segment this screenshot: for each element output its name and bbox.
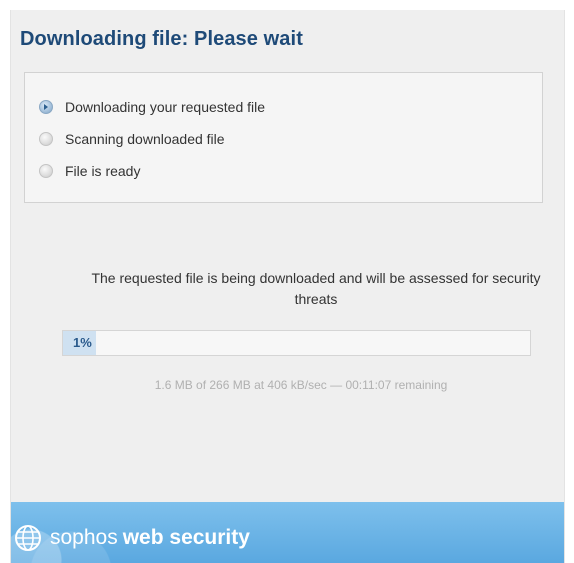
status-steps-panel: Downloading your requested file Scanning… [24,72,543,203]
download-dialog: Downloading file: Please wait Downloadin… [10,10,565,563]
progress-percent: 1% [73,335,92,350]
step-pending-icon [39,164,53,178]
step-downloading: Downloading your requested file [39,97,265,117]
brand-name: sophos [50,526,118,549]
status-message: The requested file is being downloaded a… [91,270,541,307]
step-label: Downloading your requested file [65,99,266,115]
download-stats: 1.6 MB of 266 MB at 406 kB/sec — 00:11:0… [154,378,448,392]
download-progress-bar: 1% [62,330,531,356]
step-pending-icon [39,132,53,146]
globe-icon [15,525,41,551]
step-active-icon [39,100,53,114]
step-label: Scanning downloaded file [65,131,225,147]
brand-logo: sophos web security [14,524,250,552]
step-ready: File is ready [39,161,140,181]
step-label: File is ready [65,163,141,179]
brand-product: web security [122,526,250,549]
step-scanning: Scanning downloaded file [39,129,225,149]
page-title: Downloading file: Please wait [20,28,303,50]
